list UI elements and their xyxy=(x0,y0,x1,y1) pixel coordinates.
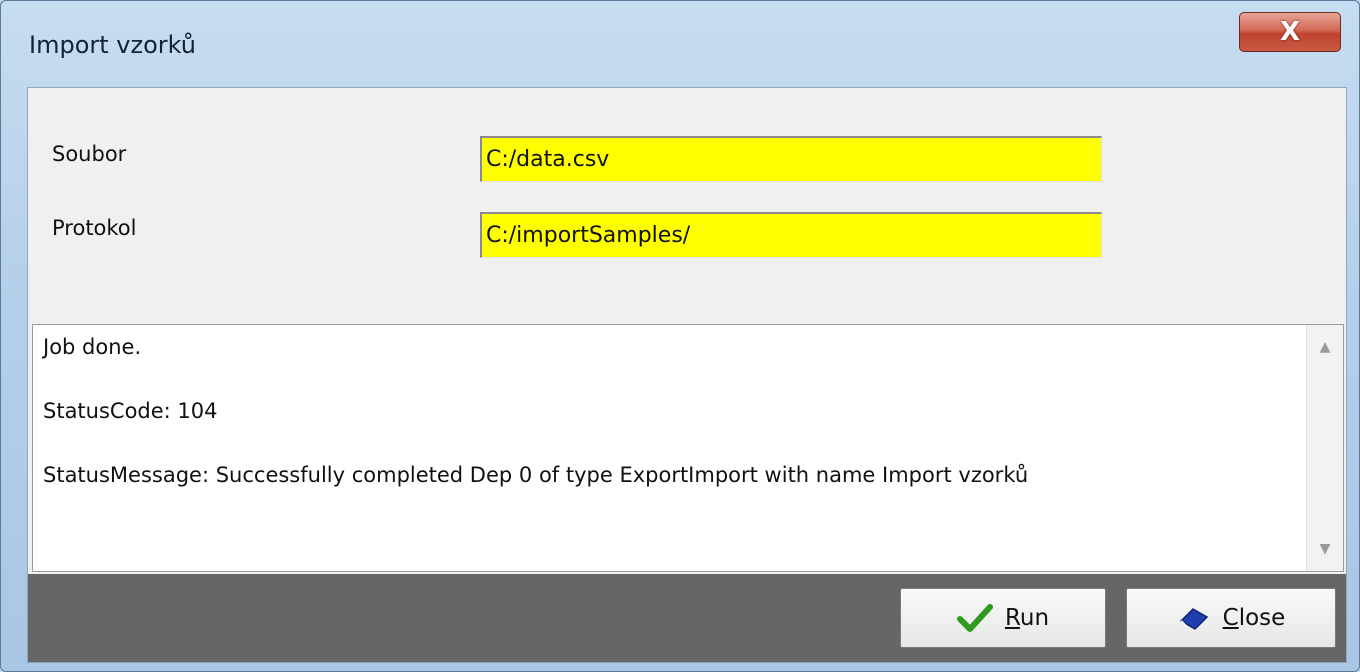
protokol-input[interactable] xyxy=(480,212,1102,258)
log-scrollbar[interactable]: ▲ ▼ xyxy=(1306,325,1343,571)
protokol-label: Protokol xyxy=(52,216,137,240)
window-close-button[interactable]: X xyxy=(1239,12,1341,52)
soubor-label: Soubor xyxy=(52,142,127,166)
run-button[interactable]: Run xyxy=(900,588,1106,648)
button-bar: Run Close xyxy=(28,574,1346,662)
checkmark-icon xyxy=(956,603,993,633)
scroll-down-arrow-icon[interactable]: ▼ xyxy=(1307,531,1343,567)
scroll-up-arrow-icon[interactable]: ▲ xyxy=(1307,329,1343,365)
log-line-status: Job done. xyxy=(43,335,142,359)
eraser-icon xyxy=(1177,603,1211,633)
title-bar[interactable]: Import vzorků X xyxy=(1,1,1359,89)
log-output[interactable]: Job done. StatusCode: 104 StatusMessage:… xyxy=(32,324,1344,572)
window-title: Import vzorků xyxy=(29,31,197,59)
run-label: Run xyxy=(1004,605,1050,631)
close-label: Close xyxy=(1222,605,1286,631)
soubor-input[interactable] xyxy=(480,136,1102,182)
import-window: Import vzorků X Soubor Protokol Job done… xyxy=(0,0,1360,672)
close-icon: X xyxy=(1279,17,1301,47)
log-line-status-message: StatusMessage: Successfully completed De… xyxy=(43,463,1029,487)
log-line-status-code: StatusCode: 104 xyxy=(43,399,218,423)
dialog-client-area: Soubor Protokol Job done. StatusCode: 10… xyxy=(27,87,1347,663)
close-button[interactable]: Close xyxy=(1126,588,1336,648)
